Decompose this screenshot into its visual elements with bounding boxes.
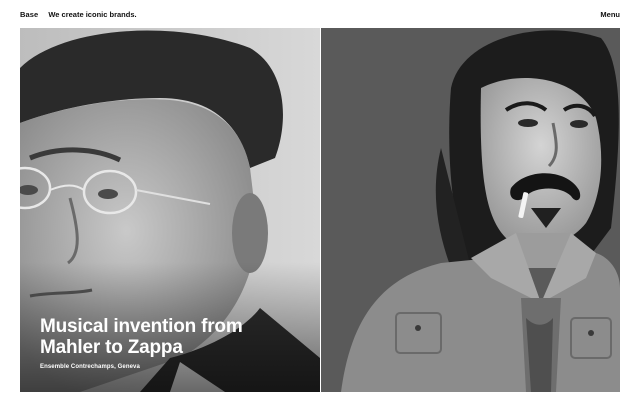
menu-button[interactable]: Menu (600, 10, 620, 19)
hero-subtitle: Ensemble Contrechamps, Geneva (40, 364, 140, 370)
hero-banner[interactable]: Musical invention from Mahler to Zappa E… (20, 28, 620, 392)
brand-group: Base We create iconic brands. (20, 10, 137, 19)
brand-logo[interactable]: Base (20, 10, 38, 19)
tagline: We create iconic brands. (48, 9, 137, 19)
top-bar: Base We create iconic brands. Menu (0, 0, 640, 28)
hero-caption[interactable]: Musical invention from Mahler to Zappa E… (40, 316, 280, 370)
zappa-portrait-image (321, 28, 620, 392)
hero-headline[interactable]: Musical invention from Mahler to Zappa (40, 316, 280, 358)
